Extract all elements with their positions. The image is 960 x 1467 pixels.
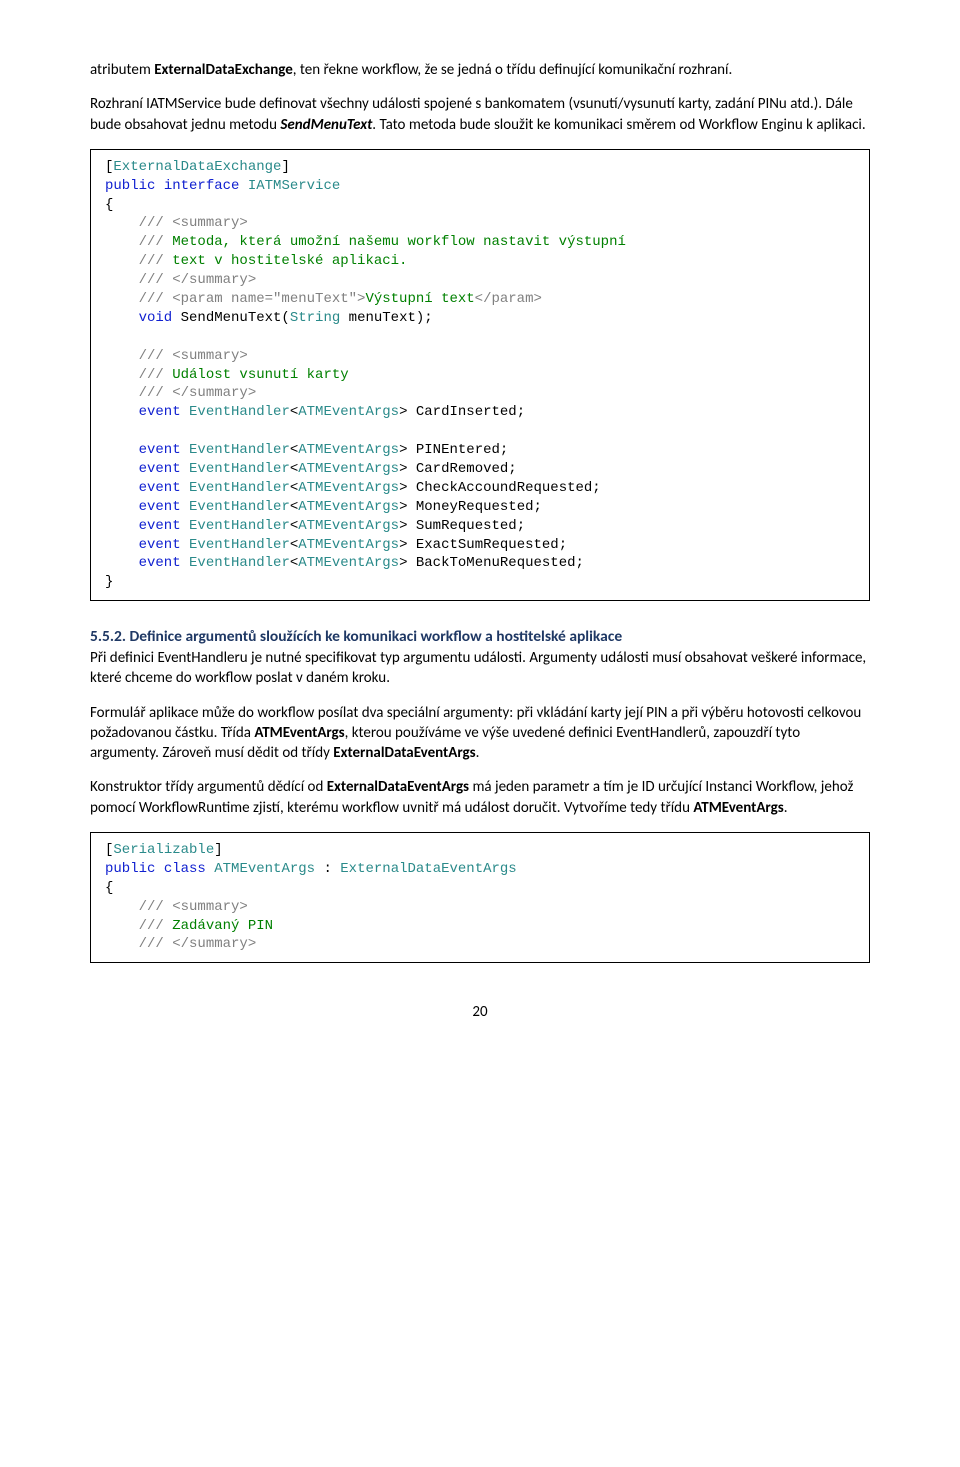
term-atmeventargs: ATMEventArgs bbox=[254, 724, 344, 742]
paragraph-4: Formulář aplikace může do workflow posíl… bbox=[90, 703, 870, 764]
page-number: 20 bbox=[90, 1003, 870, 1021]
paragraph-2: Rozhraní IATMService bude definovat všec… bbox=[90, 94, 870, 135]
text: . bbox=[476, 744, 480, 762]
text: atributem bbox=[90, 61, 154, 79]
text: . bbox=[784, 799, 788, 817]
text: . Tato metoda bude sloužit ke komunikaci… bbox=[372, 116, 865, 134]
term-externaldataexchange: ExternalDataExchange bbox=[154, 61, 293, 79]
document-page: atributem ExternalDataExchange, ten řekn… bbox=[0, 0, 960, 1051]
paragraph-1: atributem ExternalDataExchange, ten řekn… bbox=[90, 60, 870, 80]
paragraph-3: Při definici EventHandleru je nutné spec… bbox=[90, 648, 870, 689]
term-atmeventargs: ATMEventArgs bbox=[693, 799, 783, 817]
term-externaldataeventargs: ExternalDataEventArgs bbox=[327, 778, 469, 796]
text: Konstruktor třídy argumentů dědící od bbox=[90, 778, 327, 796]
code-block-iatmservice: [ExternalDataExchange] public interface … bbox=[90, 149, 870, 601]
term-externaldataeventargs: ExternalDataEventArgs bbox=[333, 744, 475, 762]
section-heading-5-5-2: 5.5.2. Definice argumentů sloužících ke … bbox=[90, 627, 870, 646]
code-block-atmeventargs: [Serializable] public class ATMEventArgs… bbox=[90, 832, 870, 963]
paragraph-5: Konstruktor třídy argumentů dědící od Ex… bbox=[90, 777, 870, 818]
term-sendmenutext: SendMenuText bbox=[280, 116, 372, 134]
text: , ten řekne workflow, že se jedná o tříd… bbox=[293, 61, 732, 79]
